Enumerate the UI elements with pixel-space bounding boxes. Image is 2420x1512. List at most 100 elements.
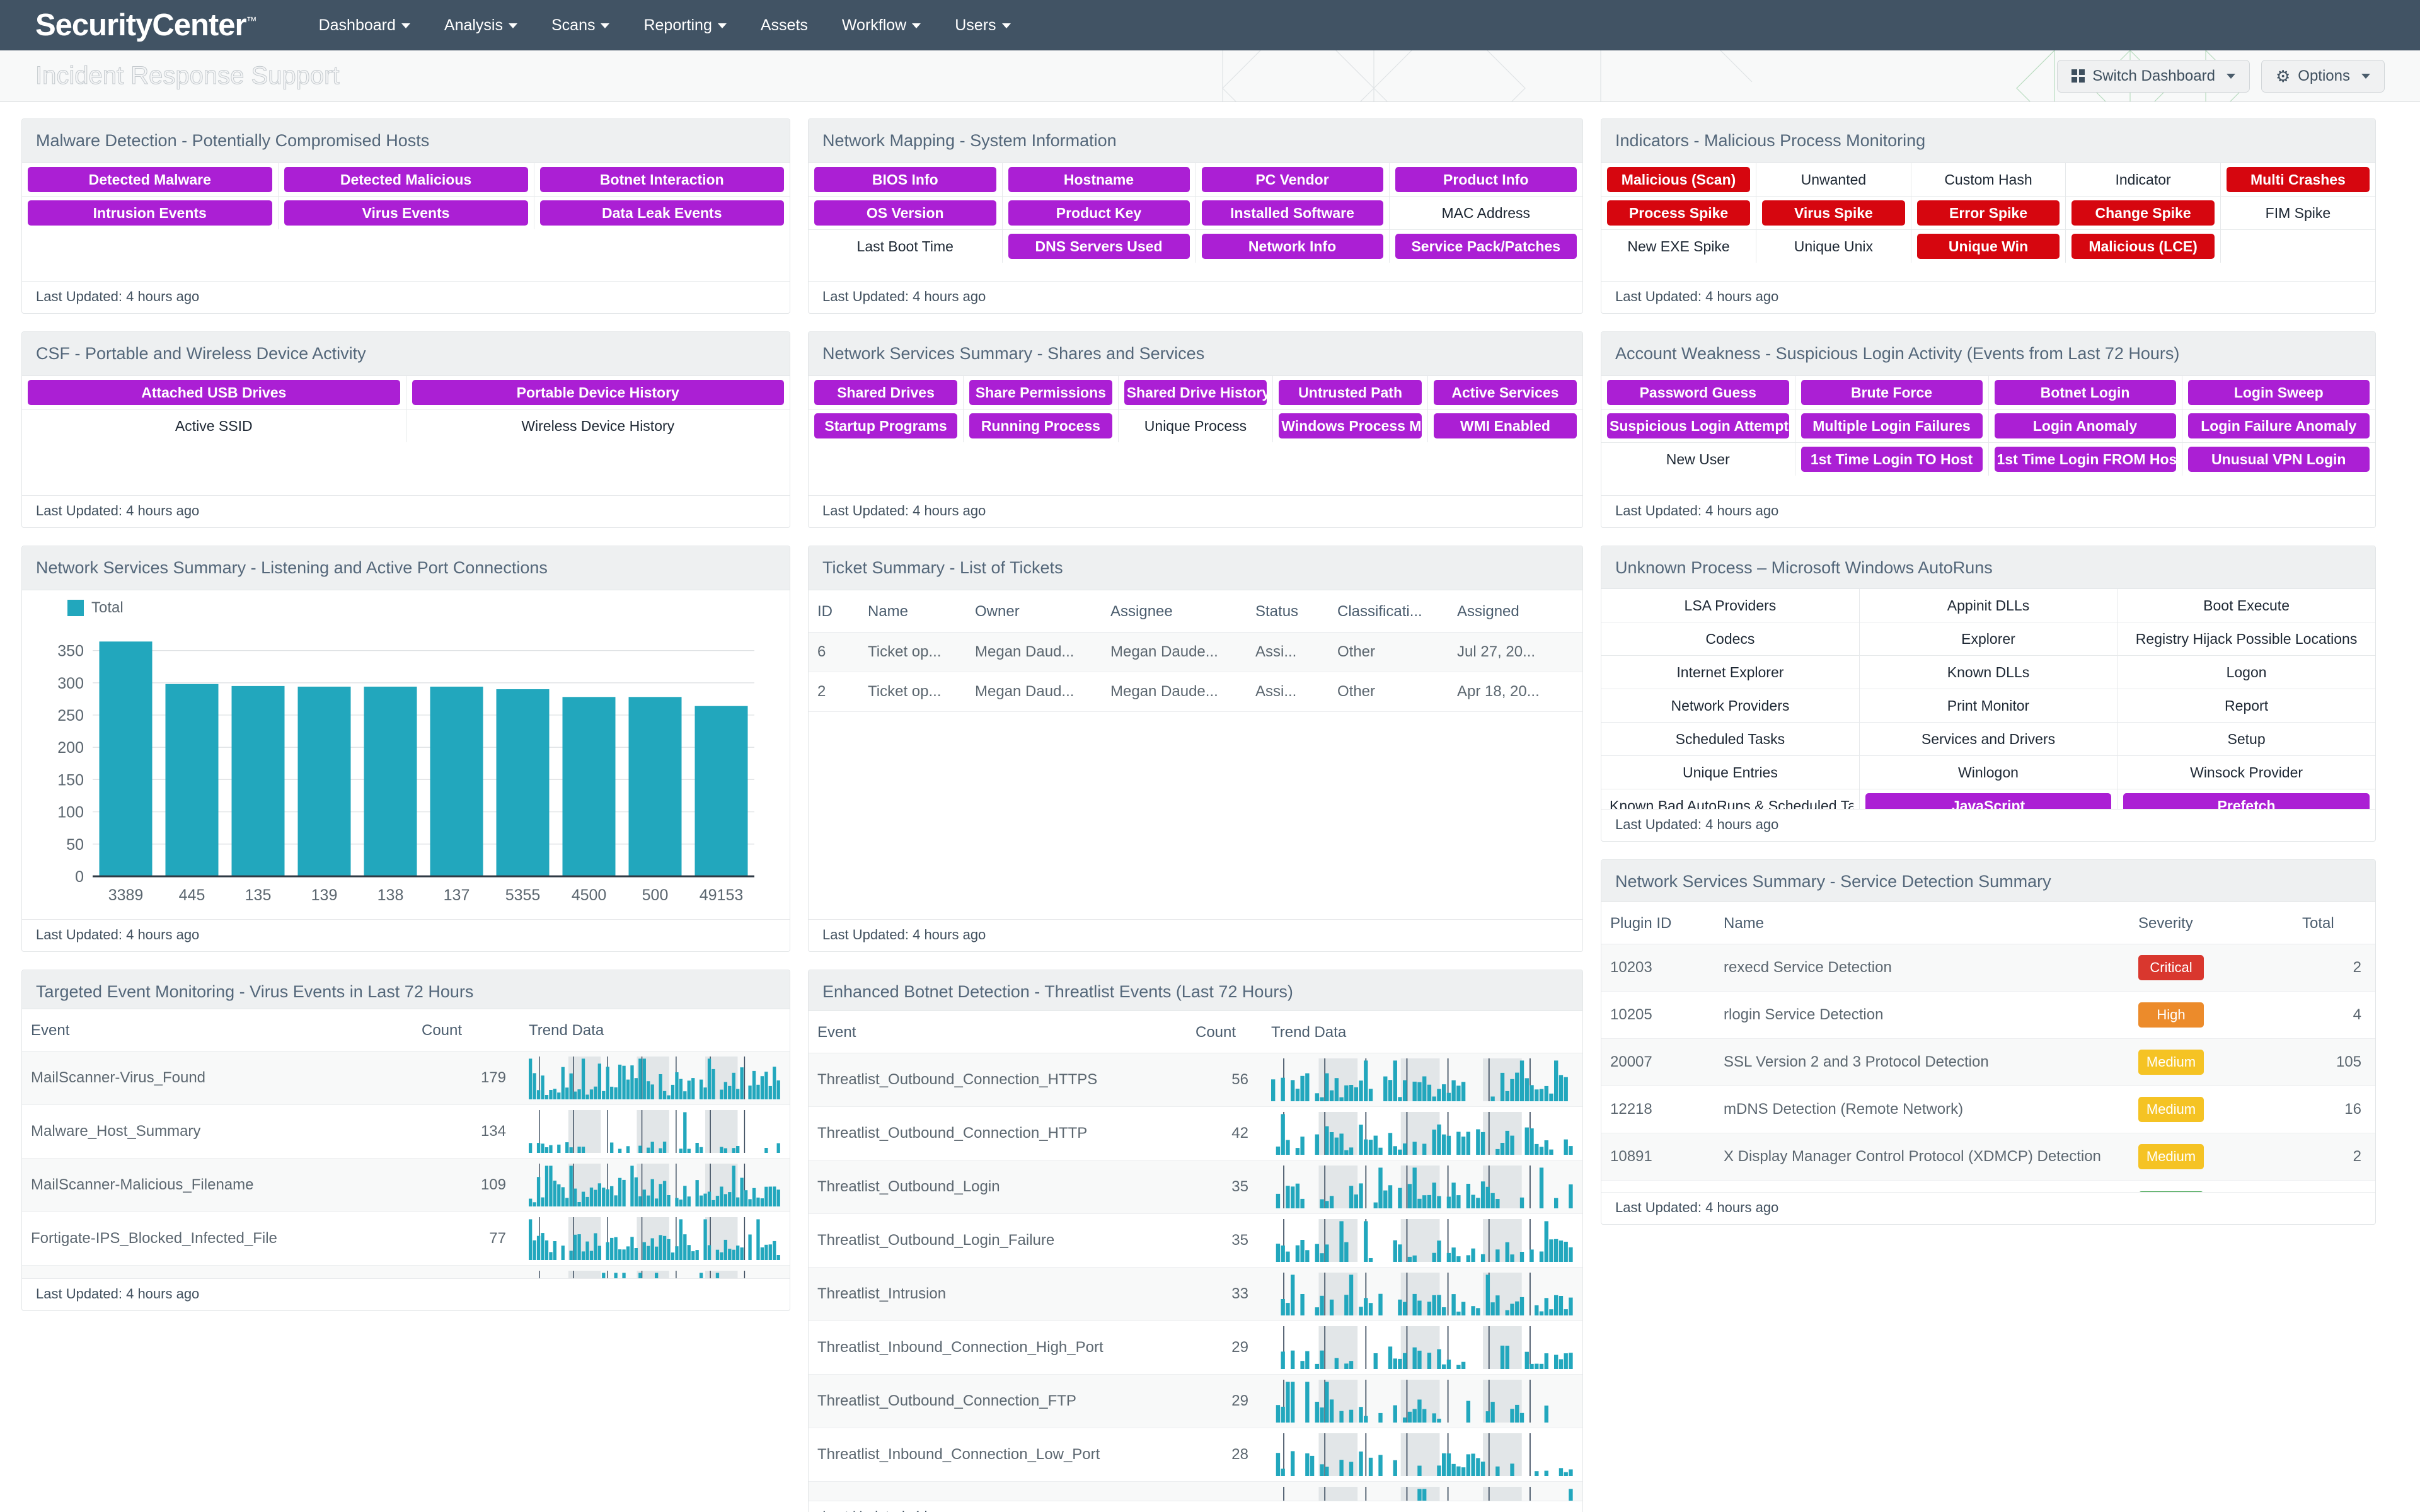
table-row[interactable]: Threatlist_Outbound_Login_Failure 35 [809, 1213, 1582, 1268]
table-row[interactable]: 2 Ticket op... Megan Daud... Megan Daude...… [809, 672, 1582, 712]
matrix-cell-unique-win[interactable]: Unique Win [1916, 234, 2060, 259]
column-header-name[interactable]: Name [1715, 902, 2129, 944]
matrix-cell-codecs[interactable]: Codecs [1607, 626, 1853, 651]
matrix-cell-lsa-providers[interactable]: LSA Providers [1607, 593, 1853, 618]
matrix-cell-shared-drives[interactable]: Shared Drives [814, 380, 958, 405]
column-header-severity[interactable]: Severity [2129, 902, 2293, 944]
table-row[interactable]: 10407X Server Detection Low 1 [1601, 1180, 2375, 1192]
matrix-cell-detected-malware[interactable]: Detected Malware [28, 167, 272, 192]
matrix-cell-intrusion-events[interactable]: Intrusion Events [28, 200, 272, 226]
matrix-cell-botnet-login[interactable]: Botnet Login [1994, 380, 2176, 405]
matrix-cell-data-leak-events[interactable]: Data Leak Events [539, 200, 784, 226]
matrix-cell-multi-crashes[interactable]: Multi Crashes [2226, 167, 2370, 192]
table-row[interactable]: Threatlist_Outbound_Connection_FTP 29 [809, 1374, 1582, 1429]
matrix-cell-process-spike[interactable]: Process Spike [1607, 200, 1751, 226]
matrix-cell-new-exe-spike[interactable]: New EXE Spike [1607, 234, 1750, 259]
matrix-cell-malicious-scan[interactable]: Malicious (Scan) [1607, 167, 1751, 192]
matrix-cell-first-time-login-from-host[interactable]: 1st Time Login FROM Host [1994, 447, 2176, 472]
table-row[interactable]: Threatlist_Inbound_Connection_High_Port 2… [809, 1320, 1582, 1375]
matrix-cell-login-anomaly[interactable]: Login Anomaly [1994, 413, 2176, 438]
column-header-owner[interactable]: Owner [966, 590, 1102, 633]
column-header-count[interactable]: Count [1187, 1011, 1262, 1054]
table-row[interactable]: 20007 SSL Version 2 and 3 Protocol Detect… [1601, 1038, 2375, 1086]
app-logo[interactable]: SecurityCenter™ [35, 8, 257, 43]
matrix-cell-known-dlls[interactable]: Known DLLs [1865, 660, 2111, 685]
matrix-cell-explorer[interactable]: Explorer [1865, 626, 2111, 651]
matrix-cell-winsock-provider[interactable]: Winsock Provider [2123, 760, 2370, 785]
column-header-trend-data[interactable]: Trend Data [520, 1009, 790, 1051]
nav-item-workflow[interactable]: Workflow [825, 0, 938, 50]
matrix-cell-product-info[interactable]: Product Info [1395, 167, 1577, 192]
matrix-cell-custom-hash[interactable]: Custom Hash [1917, 167, 2060, 192]
matrix-cell-error-spike[interactable]: Error Spike [1916, 200, 2060, 226]
matrix-cell-suspicious-login-attempt[interactable]: Suspicious Login Attempt [1607, 413, 1789, 438]
nav-item-dashboard[interactable]: Dashboard [302, 0, 427, 50]
status-badge[interactable]: Low [2138, 1191, 2204, 1192]
matrix-cell-services-and-drivers[interactable]: Services and Drivers [1865, 726, 2111, 752]
options-button[interactable]: ⚙ Options [2261, 59, 2385, 93]
table-row[interactable]: Threatlist_Outbound_Connection_HTTPS 56 [809, 1053, 1582, 1108]
matrix-cell-installed-software[interactable]: Installed Software [1201, 200, 1383, 226]
matrix-cell-os-version[interactable]: OS Version [814, 200, 996, 226]
nav-item-users[interactable]: Users [938, 0, 1027, 50]
matrix-cell-wireless-device-history[interactable]: Wireless Device History [412, 413, 785, 438]
table-row[interactable]: 10205 rlogin Service Detection High 4 [1601, 991, 2375, 1039]
matrix-cell-registry-hijack-possible-locations[interactable]: Registry Hijack Possible Locations [2123, 626, 2370, 651]
nav-item-analysis[interactable]: Analysis [427, 0, 534, 50]
matrix-cell-unique-unix[interactable]: Unique Unix [1762, 234, 1905, 259]
table-row[interactable]: Threatlist_Intrusion 33 [809, 1267, 1582, 1322]
column-header-event[interactable]: Event [809, 1011, 1187, 1054]
matrix-cell-attached-usb-drives[interactable]: Attached USB Drives [28, 380, 400, 405]
matrix-cell-report[interactable]: Report [2123, 693, 2370, 718]
matrix-cell-print-monitor[interactable]: Print Monitor [1865, 693, 2111, 718]
matrix-cell-share-permissions[interactable]: Share Permissions [969, 380, 1112, 405]
column-header-id[interactable]: ID [809, 590, 859, 633]
column-header-total[interactable]: Total [2293, 902, 2375, 944]
matrix-cell-new-user[interactable]: New User [1607, 447, 1789, 472]
table-row[interactable]: 12218 mDNS Detection (Remote Network) Medi… [1601, 1085, 2375, 1133]
matrix-cell-password-guess[interactable]: Password Guess [1607, 380, 1789, 405]
nav-item-reporting[interactable]: Reporting [626, 0, 743, 50]
switch-dashboard-button[interactable]: Switch Dashboard [2057, 59, 2250, 93]
matrix-cell-product-key[interactable]: Product Key [1008, 200, 1190, 226]
status-badge[interactable]: Medium [2138, 1143, 2204, 1169]
matrix-cell-startup-programs[interactable]: Startup Programs [814, 413, 958, 438]
matrix-cell-bios-info[interactable]: BIOS Info [814, 167, 996, 192]
column-header-trend-data[interactable]: Trend Data [1262, 1011, 1582, 1054]
matrix-cell-known-bad-autoruns-scheduled-ta[interactable]: Known Bad AutoRuns & Scheduled Ta [1607, 793, 1853, 809]
matrix-cell-indicator[interactable]: Indicator [2071, 167, 2215, 192]
matrix-cell-running-process[interactable]: Running Process [969, 413, 1112, 438]
matrix-cell-active-ssid[interactable]: Active SSID [28, 413, 400, 438]
table-row[interactable]: MailScanner-Virus_Found 179 [22, 1051, 790, 1105]
matrix-cell-active-services[interactable]: Active Services [1433, 380, 1577, 405]
table-row[interactable]: 10203 rexecd Service Detection Critical 2 [1601, 944, 2375, 992]
matrix-cell-network-info[interactable]: Network Info [1201, 234, 1383, 259]
table-row[interactable]: Fortigate-IPS_Blocked_Infected_File 77 [22, 1211, 790, 1266]
matrix-cell-last-boot-time[interactable]: Last Boot Time [814, 234, 996, 259]
matrix-cell-shared-drive-history[interactable]: Shared Drive History [1124, 380, 1267, 405]
matrix-cell-unique-process[interactable]: Unique Process [1124, 413, 1267, 438]
matrix-cell-mac-address[interactable]: MAC Address [1395, 200, 1577, 226]
matrix-cell-untrusted-path[interactable]: Untrusted Path [1279, 380, 1422, 405]
matrix-cell-virus-events[interactable]: Virus Events [284, 200, 528, 226]
status-badge[interactable]: Critical [2138, 954, 2204, 980]
matrix-cell-login-sweep[interactable]: Login Sweep [2187, 380, 2370, 405]
matrix-cell-virus-spike[interactable]: Virus Spike [1762, 200, 1905, 226]
matrix-cell-pc-vendor[interactable]: PC Vendor [1201, 167, 1383, 192]
column-header-assigned[interactable]: Assigned [1448, 590, 1582, 633]
matrix-cell-logon[interactable]: Logon [2123, 660, 2370, 685]
matrix-cell-network-providers[interactable]: Network Providers [1607, 693, 1853, 718]
column-header-classification[interactable]: Classificati... [1328, 590, 1448, 633]
matrix-cell-windows-process-mo[interactable]: Windows Process Mo [1279, 413, 1422, 438]
table-row[interactable]: MailScanner-Malicious_Filename 109 [22, 1158, 790, 1212]
matrix-cell-unwanted[interactable]: Unwanted [1762, 167, 1905, 192]
matrix-cell-service-pack-patches[interactable]: Service Pack/Patches [1395, 234, 1577, 259]
matrix-cell-dns-servers-used[interactable]: DNS Servers Used [1008, 234, 1190, 259]
matrix-cell-first-time-login-to-host[interactable]: 1st Time Login TO Host [1801, 447, 1983, 472]
matrix-cell-fim-spike[interactable]: FIM Spike [2227, 200, 2370, 226]
matrix-cell-portable-device-history[interactable]: Portable Device History [412, 380, 784, 405]
column-header-plugin-id[interactable]: Plugin ID [1601, 902, 1715, 944]
matrix-cell-unusual-vpn-login[interactable]: Unusual VPN Login [2187, 447, 2370, 472]
table-row[interactable]: Malware_Host_Summary 134 [22, 1104, 790, 1159]
matrix-cell-prefetch[interactable]: Prefetch [2123, 793, 2370, 809]
